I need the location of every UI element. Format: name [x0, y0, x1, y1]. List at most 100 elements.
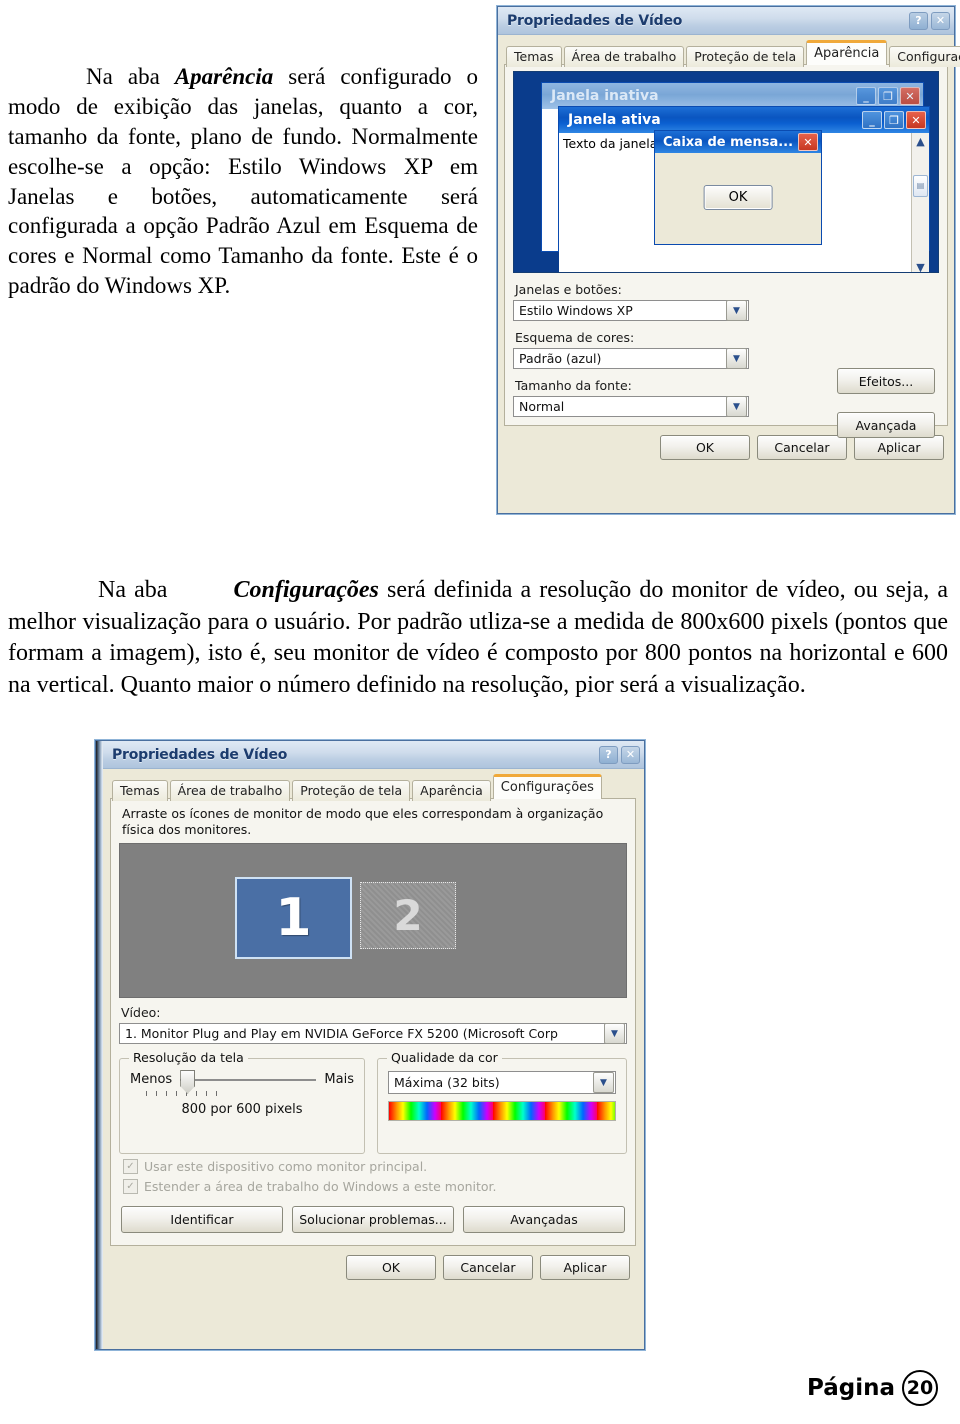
combo-color-quality[interactable]: Máxima (32 bits) ▼: [388, 1071, 616, 1095]
checkbox-icon[interactable]: ✓: [123, 1159, 138, 1175]
combo-janelas-e-botoes[interactable]: Estilo Windows XP ▼: [513, 300, 749, 321]
window-system-buttons: ? ✕: [909, 11, 950, 30]
scroll-down-icon[interactable]: ▼: [916, 259, 924, 272]
tab-area-de-trabalho[interactable]: Área de trabalho: [563, 45, 685, 67]
screen-resolution-caption: Resolução da tela: [129, 1050, 248, 1066]
minimize-icon: _: [856, 87, 876, 105]
preview-active-title: Janela ativa: [568, 112, 661, 128]
chevron-down-icon[interactable]: ▼: [726, 300, 747, 321]
efeitos-button[interactable]: Efeitos...: [837, 368, 935, 394]
tab-panel-configuracoes: Arraste os ícones de monitor de modo que…: [110, 798, 636, 1247]
tab-protecao-de-tela[interactable]: Proteção de tela: [686, 45, 805, 67]
ok-button[interactable]: OK: [346, 1255, 436, 1281]
combo-esquema-de-cores-value: Padrão (azul): [519, 351, 602, 366]
combo-esquema-de-cores[interactable]: Padrão (azul) ▼: [513, 348, 749, 369]
cancel-button[interactable]: Cancelar: [443, 1255, 533, 1281]
tab-area-de-trabalho[interactable]: Área de trabalho: [169, 779, 291, 801]
page-number-badge: 20: [902, 1370, 938, 1406]
preview-messagebox-titlebar: Caixa de mensa... ✕: [655, 131, 821, 153]
chevron-down-icon[interactable]: ▼: [726, 396, 747, 417]
close-window-icon: ✕: [906, 111, 926, 129]
checkbox-row-extend-desktop[interactable]: ✓ Estender a área de trabalho do Windows…: [123, 1179, 627, 1195]
tab-protecao-de-tela[interactable]: Proteção de tela: [292, 779, 411, 801]
tab-temas[interactable]: Temas: [506, 45, 562, 67]
monitor-icon-2[interactable]: 2: [360, 882, 456, 950]
color-quality-group: Qualidade da cor Máxima (32 bits) ▼: [377, 1050, 627, 1155]
page-footer: Página 20: [807, 1370, 938, 1406]
settings-action-buttons: Identificar Solucionar problemas... Avan…: [121, 1206, 625, 1234]
dialog-footer-buttons: OK Cancelar Aplicar: [96, 1247, 644, 1289]
solucionar-problemas-button[interactable]: Solucionar problemas...: [292, 1206, 454, 1234]
chevron-down-icon[interactable]: ▼: [593, 1072, 614, 1094]
label-esquema-de-cores: Esquema de cores:: [515, 330, 635, 345]
chevron-down-icon[interactable]: ▼: [604, 1023, 625, 1045]
maximize-icon: ❐: [878, 87, 898, 105]
ok-button[interactable]: OK: [660, 435, 750, 460]
help-icon[interactable]: ?: [599, 745, 618, 764]
scroll-up-icon[interactable]: ▲: [916, 133, 924, 150]
tab-aparencia[interactable]: Aparência: [412, 779, 491, 801]
cancel-button[interactable]: Cancelar: [757, 435, 847, 460]
combo-janelas-e-botoes-value: Estilo Windows XP: [519, 303, 633, 318]
settings-hint-text: Arraste os ícones de monitor de modo que…: [122, 806, 604, 837]
minimize-icon: _: [862, 111, 882, 129]
monitor-arrangement-pane[interactable]: 1 2: [119, 843, 627, 999]
checkbox-row-primary-monitor[interactable]: ✓ Usar este dispositivo como monitor pri…: [123, 1159, 627, 1175]
tab-configuracoes[interactable]: Configurações: [889, 45, 960, 67]
chevron-down-icon[interactable]: ▼: [726, 348, 747, 369]
combo-color-quality-value: Máxima (32 bits): [394, 1075, 500, 1091]
page-footer-label: Página: [806, 1375, 895, 1401]
slider-more-label: Mais: [324, 1072, 354, 1088]
preview-ok-button: OK: [703, 185, 773, 210]
tab-panel-aparencia: Janela inativa _ ❐ ✕ Janela ativa _ ❐ ✕: [504, 64, 948, 438]
tab-configuracoes[interactable]: Configurações: [492, 774, 602, 799]
color-quality-caption: Qualidade da cor: [387, 1050, 502, 1066]
apply-button[interactable]: Aplicar: [540, 1255, 630, 1281]
checkbox-label-extend-desktop: Estender a área de trabalho do Windows a…: [144, 1179, 497, 1195]
window-title: Propriedades de Vídeo: [507, 12, 683, 29]
apply-button[interactable]: Aplicar: [854, 435, 944, 460]
resolution-slider-row[interactable]: Menos Mais: [120, 1069, 364, 1094]
combo-video[interactable]: 1. Monitor Plug and Play em NVIDIA GeFor…: [119, 1023, 627, 1045]
close-icon[interactable]: ✕: [621, 745, 640, 764]
preview-message-box: Caixa de mensa... ✕ OK: [654, 130, 822, 245]
monitor-1-number: 1: [275, 888, 312, 949]
combo-tamanho-da-fonte-value: Normal: [519, 399, 565, 414]
monitor-icon-1[interactable]: 1: [235, 877, 352, 960]
resolution-value: 800 por 600 pixels: [181, 1102, 303, 1118]
tab-temas[interactable]: Temas: [112, 779, 168, 801]
maximize-icon: ❐: [884, 111, 904, 129]
title-bar: Propriedades de Vídeo ? ✕: [96, 741, 644, 769]
preview-inactive-title: Janela inativa: [551, 88, 659, 104]
checkbox-icon[interactable]: ✓: [123, 1179, 138, 1195]
checkbox-label-primary-monitor: Usar este dispositivo como monitor princ…: [144, 1159, 428, 1175]
scan-edge-artifact: [96, 741, 103, 1349]
tab-aparencia[interactable]: Aparência: [806, 40, 888, 65]
preview-scrollbar[interactable]: ▲ ▤ ▼: [911, 133, 929, 272]
scrollbar-thumb[interactable]: ▤: [913, 174, 928, 197]
label-janelas-e-botoes: Janelas e botões:: [515, 282, 622, 297]
close-icon[interactable]: ✕: [931, 11, 950, 30]
paragraph-1-lead: Na aba: [86, 64, 175, 89]
resolution-slider-thumb[interactable]: [180, 1069, 196, 1094]
help-icon[interactable]: ?: [909, 11, 928, 30]
window-title: Propriedades de Vídeo: [112, 746, 288, 763]
screen-resolution-group: Resolução da tela Menos Mais 800 por 600…: [119, 1050, 365, 1155]
video-properties-dialog-settings[interactable]: Propriedades de Vídeo ? ✕ Temas Área de …: [95, 740, 645, 1350]
resolution-slider-ticks: [146, 1091, 364, 1097]
close-window-icon: ✕: [900, 87, 920, 105]
avancada-button[interactable]: Avançada: [837, 412, 935, 438]
avancadas-button[interactable]: Avançadas: [463, 1206, 625, 1234]
combo-video-value: 1. Monitor Plug and Play em NVIDIA GeFor…: [125, 1026, 558, 1042]
slider-less-label: Menos: [130, 1072, 173, 1088]
identificar-button[interactable]: Identificar: [121, 1206, 283, 1234]
window-system-buttons: ? ✕: [599, 745, 640, 764]
paragraph-configuracoes: Na aba Configurações será definida a res…: [8, 575, 948, 702]
video-properties-dialog-appearance[interactable]: Propriedades de Vídeo ? ✕ Temas Área de …: [497, 6, 960, 514]
label-video: Vídeo:: [121, 1005, 161, 1021]
resolution-slider-track[interactable]: [180, 1069, 317, 1094]
tab-bar: Temas Área de trabalho Proteção de tela …: [498, 35, 960, 67]
appearance-preview: Janela inativa _ ❐ ✕ Janela ativa _ ❐ ✕: [513, 71, 939, 273]
combo-tamanho-da-fonte[interactable]: Normal ▼: [513, 396, 749, 417]
paragraph-2-lead: Na aba: [98, 577, 176, 603]
